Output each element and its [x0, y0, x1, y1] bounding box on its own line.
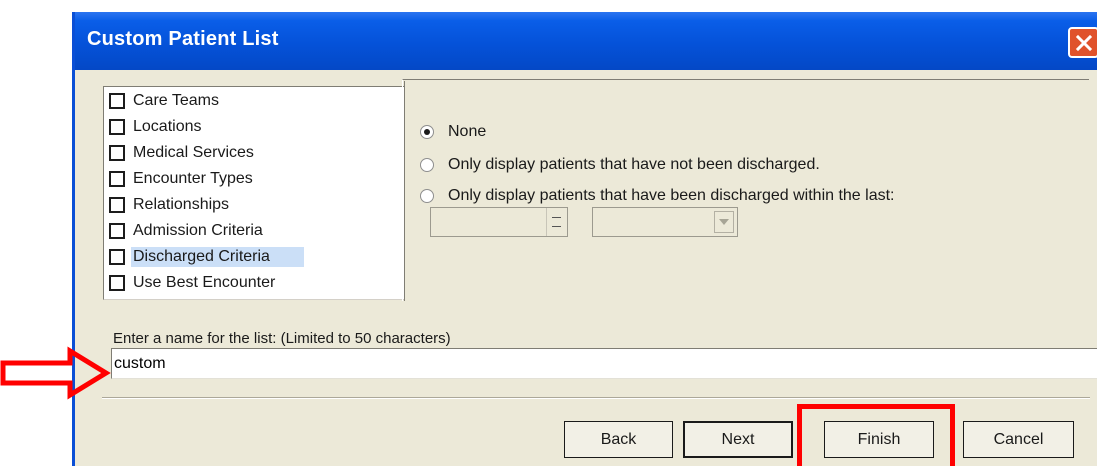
- list-item-relationships[interactable]: Relationships: [109, 193, 231, 217]
- list-item-label: Relationships: [133, 196, 230, 213]
- radio-label: Only display patients that have not been…: [448, 156, 820, 173]
- list-item-discharged-criteria[interactable]: Discharged Criteria: [109, 245, 304, 269]
- list-item-care-teams[interactable]: Care Teams: [109, 89, 221, 113]
- radio-icon[interactable]: [420, 158, 434, 172]
- radio-not-discharged[interactable]: Only display patients that have not been…: [420, 156, 820, 174]
- list-item-label: Encounter Types: [133, 170, 253, 187]
- spin-up-icon[interactable]: [552, 217, 561, 218]
- radio-icon[interactable]: [420, 125, 434, 139]
- checkbox-icon[interactable]: [109, 223, 125, 239]
- checkbox-icon[interactable]: [109, 145, 125, 161]
- separator: [102, 397, 1090, 399]
- checkbox-icon[interactable]: [109, 119, 125, 135]
- list-name-input[interactable]: [111, 348, 1097, 379]
- list-item-locations[interactable]: Locations: [109, 115, 204, 139]
- list-item-encounter-types[interactable]: Encounter Types: [109, 167, 255, 191]
- radio-label: None: [448, 123, 487, 140]
- list-item-label: Admission Criteria: [133, 222, 263, 239]
- spin-down-icon[interactable]: [552, 226, 561, 227]
- checkbox-icon[interactable]: [109, 249, 125, 265]
- title-bar[interactable]: Custom Patient List: [75, 12, 1097, 70]
- list-item-label: Care Teams: [133, 92, 219, 109]
- radio-label: Only display patients that have been dis…: [448, 187, 895, 204]
- close-button[interactable]: [1068, 27, 1097, 58]
- list-item-label: Medical Services: [133, 144, 254, 161]
- custom-patient-list-dialog: Custom Patient List Care Teams Locations…: [72, 12, 1097, 466]
- checkbox-icon[interactable]: [109, 93, 125, 109]
- list-item-admission-criteria[interactable]: Admission Criteria: [109, 219, 265, 243]
- checkbox-icon[interactable]: [109, 197, 125, 213]
- close-icon: [1075, 34, 1093, 52]
- cancel-button[interactable]: Cancel: [963, 421, 1074, 458]
- annotation-highlight-box: [797, 404, 955, 466]
- dropdown-arrow-icon: [719, 219, 729, 225]
- list-item-medical-services[interactable]: Medical Services: [109, 141, 256, 165]
- radio-none[interactable]: None: [420, 123, 486, 141]
- next-button[interactable]: Next: [683, 421, 793, 458]
- back-button[interactable]: Back: [564, 421, 673, 458]
- list-item-use-best-encounter[interactable]: Use Best Encounter: [109, 271, 277, 295]
- dropdown-button[interactable]: [714, 211, 734, 233]
- radio-icon[interactable]: [420, 189, 434, 203]
- discharge-amount-spinner[interactable]: [430, 207, 568, 237]
- checkbox-icon[interactable]: [109, 275, 125, 291]
- radio-discharged-within[interactable]: Only display patients that have been dis…: [420, 187, 895, 205]
- window-title: Custom Patient List: [87, 28, 279, 50]
- discharge-options-inner: None Only display patients that have not…: [404, 81, 1089, 301]
- list-item-label: Discharged Criteria: [131, 247, 304, 267]
- criteria-checklist[interactable]: Care Teams Locations Medical Services En…: [103, 86, 405, 300]
- annotation-arrow-icon: [0, 346, 111, 400]
- checkbox-icon[interactable]: [109, 171, 125, 187]
- discharge-unit-dropdown[interactable]: [592, 207, 738, 237]
- spin-buttons[interactable]: [546, 208, 567, 236]
- discharge-options-panel: None Only display patients that have not…: [402, 79, 1089, 301]
- list-item-label: Locations: [133, 118, 202, 135]
- list-name-label: Enter a name for the list: (Limited to 5…: [113, 330, 451, 347]
- list-item-label: Use Best Encounter: [133, 274, 276, 291]
